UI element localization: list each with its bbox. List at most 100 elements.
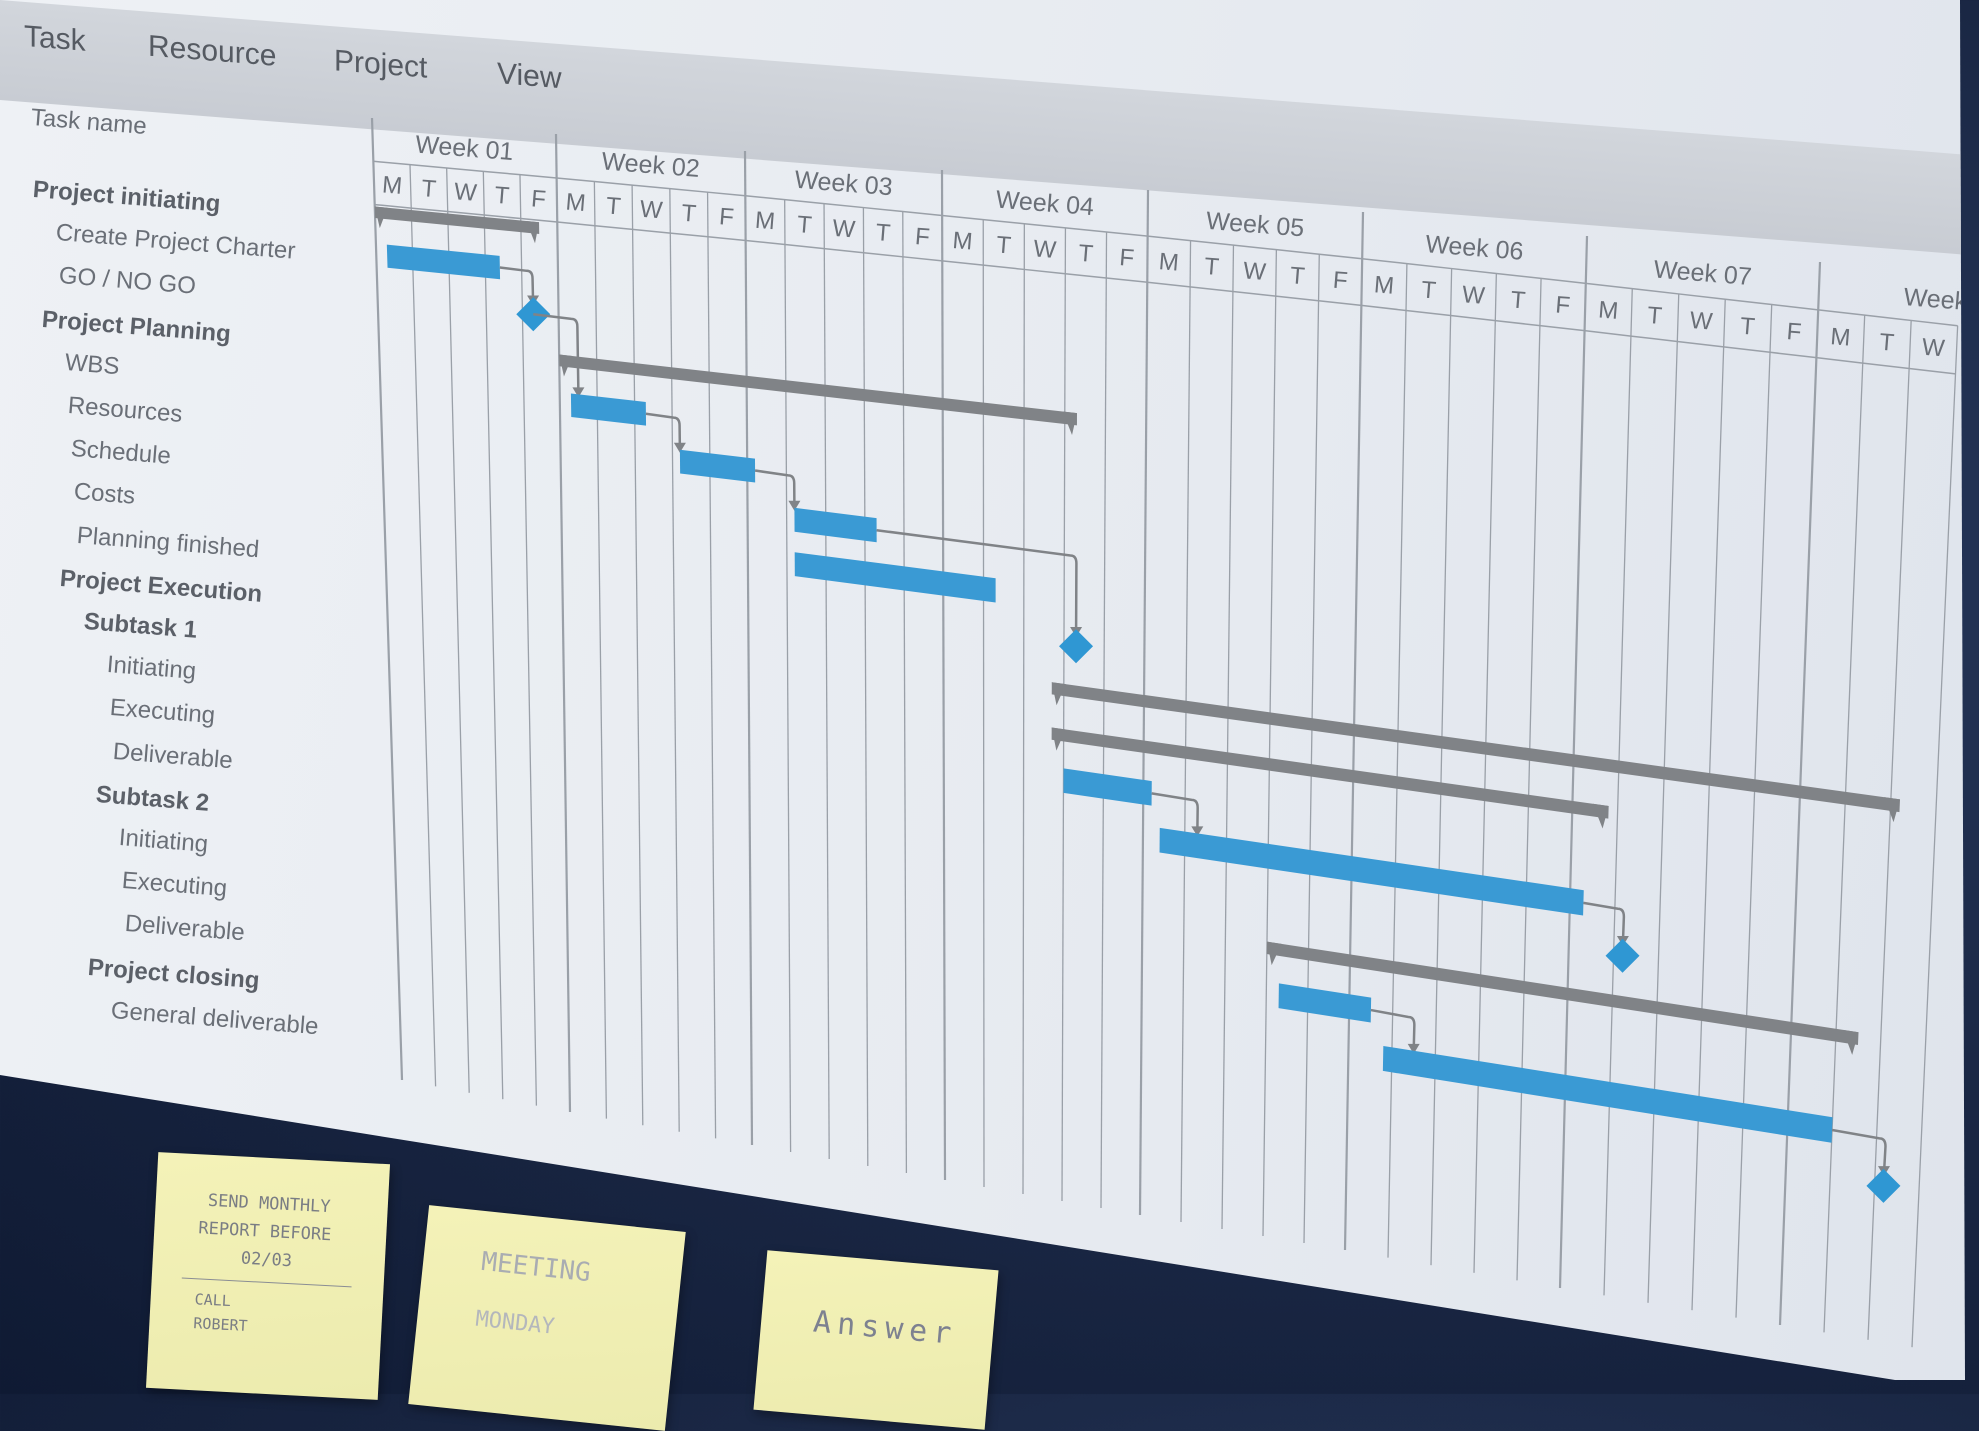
task-bar (679, 449, 756, 483)
note-line: MEETING (479, 1246, 593, 1289)
day-label: T (1289, 262, 1306, 290)
note-line: MONDAY (474, 1306, 556, 1340)
day-gridline (1061, 227, 1067, 1202)
day-label: F (1118, 244, 1135, 272)
day-gridline (1303, 254, 1320, 1244)
day-gridline (823, 203, 830, 1160)
day-label: M (1158, 248, 1180, 276)
week-label: Week 02 (601, 147, 701, 183)
day-gridline (1911, 325, 1959, 1348)
day-gridline (1735, 304, 1773, 1318)
day-label: M (754, 207, 776, 235)
day-label: F (530, 185, 547, 213)
week-label: Week 07 (1653, 255, 1753, 291)
week-label: Week 01 (414, 131, 514, 167)
day-gridline (409, 164, 437, 1087)
week-label: Week (1903, 283, 1969, 316)
day-label: F (1554, 291, 1571, 319)
day-gridline (1387, 263, 1408, 1258)
dependency-link (1831, 1128, 1887, 1174)
day-label: T (1510, 286, 1527, 314)
day-gridline (1691, 299, 1726, 1311)
week-label: Week 05 (1205, 207, 1305, 243)
day-label: T (1077, 240, 1094, 268)
note-line: Answer (811, 1304, 959, 1352)
day-label: T (875, 219, 892, 247)
day-gridline (1180, 240, 1192, 1223)
note-line: CALL (194, 1290, 232, 1311)
day-label: W (1921, 334, 1946, 363)
day-gridline (862, 207, 869, 1167)
day-gridline (1022, 223, 1025, 1195)
sticky-note-answer: Answer (753, 1250, 999, 1430)
sticky-note-meeting: MEETING MONDAY (408, 1205, 686, 1431)
day-gridline (1603, 288, 1633, 1296)
day-gridline (446, 167, 470, 1093)
week-label: Week 06 (1424, 230, 1524, 266)
day-label: F (718, 203, 735, 231)
day-gridline (669, 188, 680, 1132)
day-label: W (639, 196, 664, 225)
day-label: T (1203, 253, 1220, 281)
task-bar (1278, 983, 1372, 1023)
day-label: M (1829, 323, 1851, 351)
day-label: M (1597, 296, 1619, 324)
day-label: F (914, 223, 931, 251)
note-line: 02/03 (240, 1248, 293, 1272)
day-gridline (1473, 273, 1497, 1273)
day-gridline (784, 199, 792, 1153)
dependency-link (754, 469, 796, 508)
day-label: T (420, 175, 437, 203)
day-gridline (982, 219, 985, 1188)
day-label: T (1646, 302, 1663, 330)
day-label: W (453, 178, 478, 207)
week-label: Week 04 (995, 186, 1095, 222)
day-label: T (680, 200, 697, 228)
day-label: W (1032, 235, 1057, 264)
day-gridline (554, 133, 572, 1113)
milestone-diamond (1605, 938, 1640, 973)
summary-bar (1266, 941, 1859, 1046)
day-gridline (1516, 278, 1542, 1281)
dependency-link (1151, 792, 1199, 834)
milestone-diamond (1866, 1168, 1901, 1203)
task-bar (386, 244, 501, 280)
summary-bar (374, 206, 540, 234)
week-label: Week 03 (793, 166, 893, 202)
day-gridline (940, 169, 947, 1181)
day-gridline (1823, 315, 1866, 1333)
day-gridline (1647, 293, 1680, 1303)
day-label: T (605, 192, 622, 220)
day-label: M (1373, 271, 1395, 299)
task-bar (1063, 768, 1152, 806)
task-bar (794, 552, 996, 603)
header-divider (373, 160, 1958, 327)
day-label: T (494, 182, 511, 210)
dependency-link (533, 312, 580, 395)
day-gridline (1430, 268, 1453, 1266)
day-label: T (995, 231, 1012, 259)
day-label: T (1420, 276, 1437, 304)
day-label: F (1332, 267, 1349, 295)
day-label: W (831, 215, 856, 244)
note-line: ROBERT (192, 1314, 249, 1335)
day-label: T (1739, 313, 1756, 341)
day-label: T (1878, 329, 1895, 357)
note-line: REPORT BEFORE (197, 1218, 332, 1246)
header-divider (374, 203, 1956, 375)
day-label: W (1689, 307, 1714, 336)
task-bar (1159, 827, 1584, 916)
summary-bar (1051, 727, 1609, 819)
day-label: W (1242, 257, 1267, 286)
day-gridline (631, 185, 644, 1126)
day-gridline (1100, 231, 1108, 1209)
day-gridline (1221, 245, 1235, 1230)
note-line: SEND MONTHLY (207, 1190, 332, 1218)
note-divider (181, 1277, 352, 1288)
day-gridline (743, 150, 754, 1146)
day-gridline (593, 181, 608, 1119)
sticky-note-report: SEND MONTHLY REPORT BEFORE 02/03 CALL RO… (145, 1152, 391, 1400)
day-label: M (565, 189, 587, 217)
day-label: T (796, 211, 813, 239)
task-bar (1382, 1045, 1833, 1143)
